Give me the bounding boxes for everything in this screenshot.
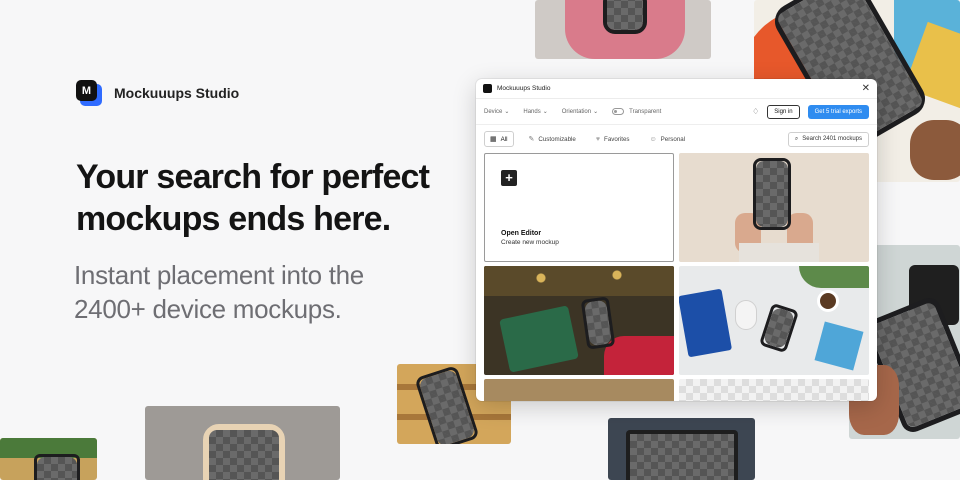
bg-photo-plant — [0, 438, 97, 480]
chevron-down-icon: ⌄ — [593, 109, 599, 115]
user-icon: ☺ — [649, 135, 657, 143]
search-icon: ⌕ — [794, 135, 799, 142]
brand-name: Mockuuups Studio — [114, 85, 240, 101]
open-editor-subtitle: Create new mockup — [501, 239, 559, 246]
grid-icon: ▦ — [490, 136, 497, 143]
chevron-down-icon: ⌄ — [542, 109, 548, 115]
chevron-down-icon: ⌄ — [504, 109, 510, 115]
device-dropdown[interactable]: Device ⌄ — [484, 108, 510, 116]
toolbar: Device ⌄ Hands ⌄ Orientation ⌄ Transparent … — [476, 99, 877, 125]
mockup-thumbnail[interactable] — [679, 379, 869, 401]
mockup-thumbnail[interactable] — [484, 379, 674, 401]
bg-photo-laptop — [608, 418, 755, 480]
plus-icon: + — [501, 170, 517, 186]
window-titlebar: Mockuuups Studio ✕ — [476, 79, 877, 99]
pen-icon: ✎ — [528, 136, 535, 143]
hero-headline: Your search for perfect mockups ends her… — [76, 158, 430, 238]
transparent-toggle[interactable]: Transparent — [612, 108, 661, 115]
mockup-thumbnail[interactable] — [679, 153, 869, 262]
filter-bar: ▦ All ✎ Customizable ♥ Favorites ☺ Perso… — [476, 125, 877, 153]
sign-in-button[interactable]: Sign in — [767, 104, 800, 119]
open-editor-title: Open Editor — [501, 230, 542, 237]
filter-all[interactable]: ▦ All — [484, 131, 514, 147]
mockup-thumbnail[interactable] — [679, 266, 869, 375]
heart-icon: ♥ — [595, 135, 601, 143]
filter-customizable[interactable]: ✎ Customizable — [524, 132, 581, 146]
open-editor-card[interactable]: + Open Editor Create new mockup — [484, 153, 674, 262]
hands-dropdown[interactable]: Hands ⌄ — [523, 108, 548, 116]
hero-subheadline: Instant placement into the 2400+ device … — [74, 260, 364, 324]
bg-photo-gold-phone — [145, 406, 340, 480]
window-title: Mockuuups Studio — [497, 85, 551, 92]
close-icon[interactable]: ✕ — [862, 83, 870, 94]
brand-row: M Mockuuups Studio — [76, 80, 239, 106]
search-input[interactable]: ⌕ Search 2401 mockups — [787, 131, 869, 147]
filter-personal[interactable]: ☺ Personal — [645, 133, 691, 146]
app-logo-icon — [483, 84, 494, 95]
orientation-dropdown[interactable]: Orientation ⌄ — [562, 108, 599, 116]
bg-photo-pink-hands — [535, 0, 711, 59]
brand-logo: M — [76, 80, 102, 106]
mockup-thumbnail[interactable] — [484, 266, 674, 375]
bell-icon[interactable]: ♢ — [752, 107, 759, 116]
toggle-switch[interactable] — [612, 108, 625, 115]
filter-favorites[interactable]: ♥ Favorites — [591, 133, 635, 146]
trial-exports-button[interactable]: Get 5 trial exports — [807, 104, 869, 119]
app-window: Mockuuups Studio ✕ Device ⌄ Hands ⌄ Orient… — [476, 79, 877, 401]
